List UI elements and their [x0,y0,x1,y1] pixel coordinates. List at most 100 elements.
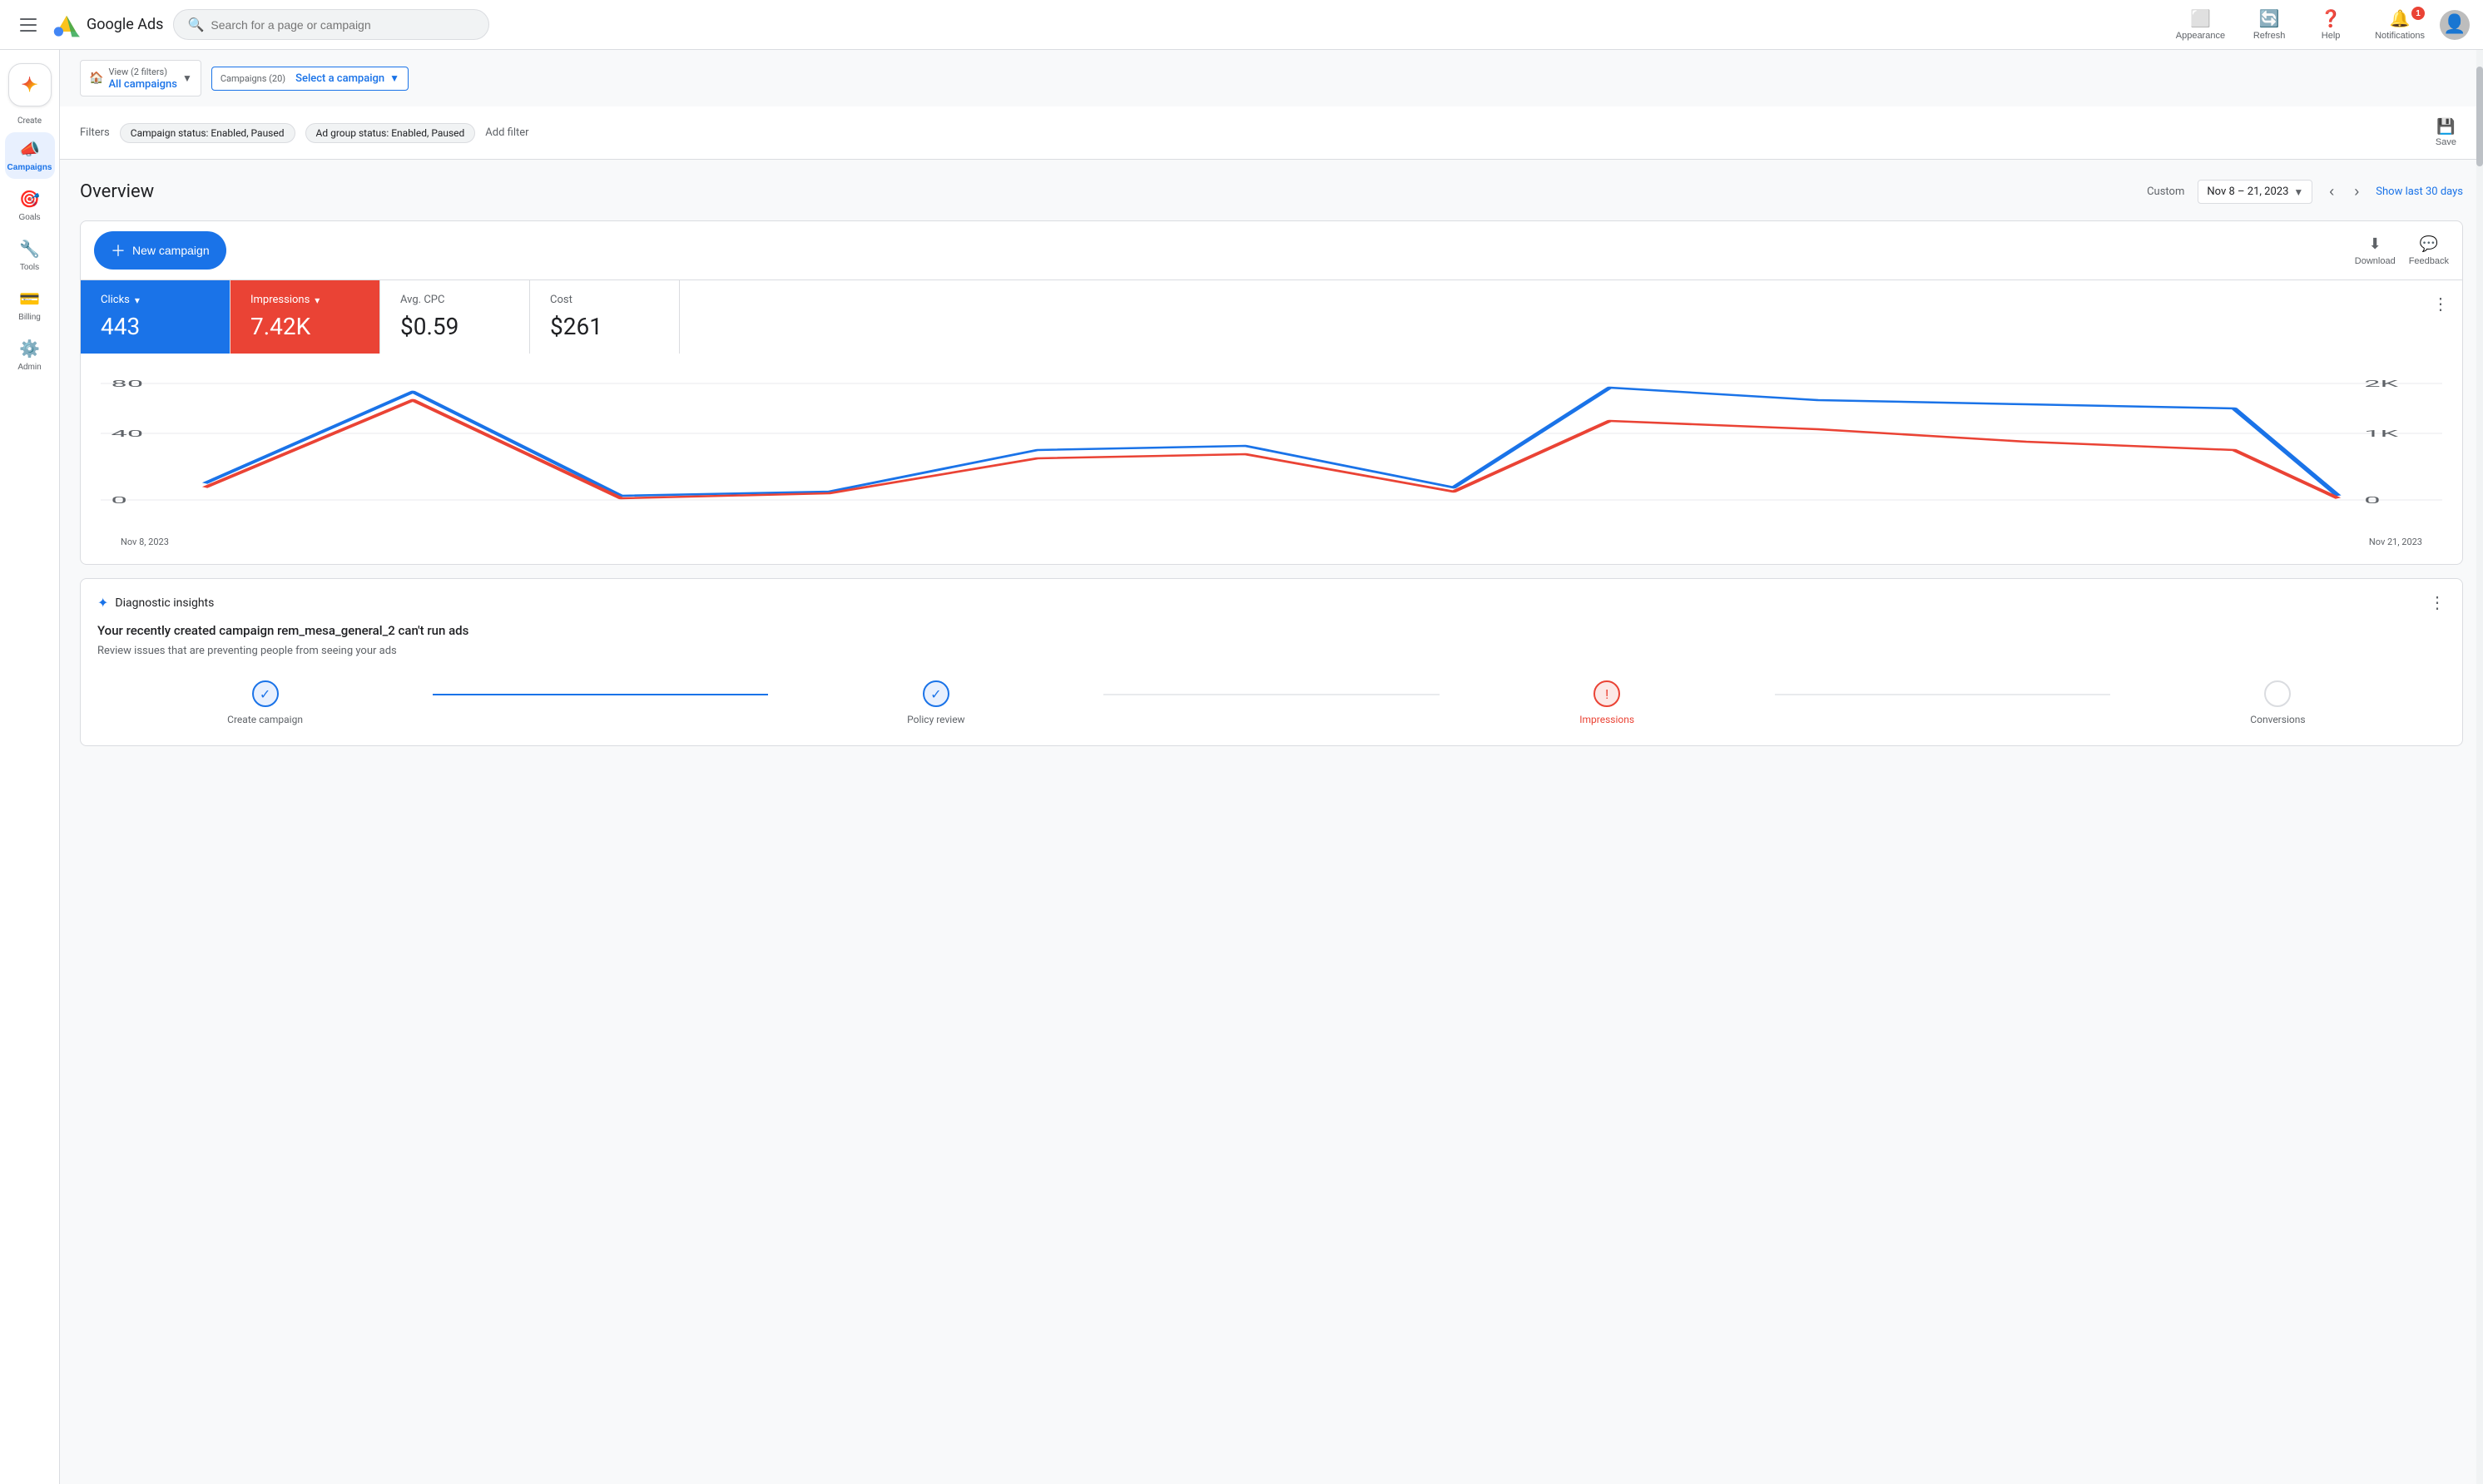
diagnostic-sparkle-icon: ✦ [97,595,108,611]
campaign-dropdown-arrow-icon: ▼ [389,72,399,84]
chart-labels: Nov 8, 2023 Nov 21, 2023 [101,537,2442,557]
step-impressions-circle: ! [1593,680,1620,707]
step-create-label: Create campaign [227,714,303,725]
notification-badge: 1 [2411,7,2425,20]
campaign-dropdown[interactable]: Campaigns (20) Select a campaign ▼ [211,67,409,91]
billing-icon: 💳 [19,289,40,309]
svg-text:2K: 2K [2364,378,2399,389]
step-policy-circle: ✓ [923,680,949,707]
diagnostic-body: Your recently created campaign rem_mesa_… [81,623,2462,745]
sidebar-item-billing[interactable]: 💳 Billing [5,282,55,329]
sidebar-item-goals[interactable]: 🎯 Goals [5,182,55,229]
view-dropdown[interactable]: 🏠 View (2 filters) All campaigns ▼ [80,60,201,96]
save-button[interactable]: 💾 Save [2429,115,2463,151]
step-conversions: Conversions [2110,680,2446,725]
custom-label: Custom [2147,186,2184,198]
notifications-button[interactable]: 🔔 1 Notifications [2363,2,2436,47]
scrollbar-thumb[interactable] [2476,67,2483,166]
date-next-button[interactable]: › [2351,180,2362,204]
overview-controls: Custom Nov 8 – 21, 2023 ▼ ‹ › Show last … [2147,180,2463,204]
svg-text:80: 80 [112,378,144,389]
date-dropdown-arrow-icon: ▼ [2293,186,2303,198]
help-button[interactable]: ❓ Help [2302,2,2360,47]
plus-icon: ＋ [111,240,126,261]
diagnostic-desc: Review issues that are preventing people… [97,645,2446,657]
sidebar: ✦ Create 📣 Campaigns 🎯 Goals 🔧 Tools 💳 B… [0,50,60,1484]
search-box[interactable]: 🔍 [173,9,489,40]
date-prev-button[interactable]: ‹ [2326,180,2337,204]
clicks-metric: Clicks ▾ 443 [81,280,230,354]
help-icon: ❓ [2321,8,2342,29]
date-range-dropdown[interactable]: Nov 8 – 21, 2023 ▼ [2198,180,2312,204]
logo-text: Google Ads [87,16,163,33]
avatar[interactable]: 👤 [2440,10,2470,40]
overview-header: Overview Custom Nov 8 – 21, 2023 ▼ ‹ › S… [80,180,2463,204]
step-impressions-label: Impressions [1579,714,1634,725]
appearance-button[interactable]: ⬜ Appearance [2164,2,2237,47]
impressions-dropdown-icon[interactable]: ▾ [315,294,320,306]
campaign-status-chip[interactable]: Campaign status: Enabled, Paused [120,123,295,143]
menu-button[interactable] [13,12,43,38]
svg-text:0: 0 [112,495,127,506]
view-dropdown-arrow-icon: ▼ [182,72,192,84]
create-label: Create [17,116,42,126]
refresh-button[interactable]: 🔄 Refresh [2240,2,2298,47]
overview-area: Overview Custom Nov 8 – 21, 2023 ▼ ‹ › S… [60,160,2483,766]
diagnostic-headline: Your recently created campaign rem_mesa_… [97,623,2446,638]
show-30-days-link[interactable]: Show last 30 days [2376,186,2463,198]
save-icon: 💾 [2436,118,2455,136]
diagnostic-title-row: ✦ Diagnostic insights [97,595,214,611]
chart-container: 80 40 0 2K 1K 0 Nov 8, 2023 Nov 21, 2023 [81,354,2462,564]
main-content: 🏠 View (2 filters) All campaigns ▼ Campa… [60,50,2483,1484]
chart-start-label: Nov 8, 2023 [121,537,169,547]
diagnostic-header: ✦ Diagnostic insights ⋮ [81,579,2462,623]
step-policy: ✓ Policy review [768,680,1103,725]
clicks-dropdown-icon[interactable]: ▾ [135,294,140,306]
sidebar-item-campaigns[interactable]: 📣 Campaigns [5,132,55,179]
goals-icon: 🎯 [19,189,40,210]
house-icon: 🏠 [89,72,103,85]
adgroup-status-chip[interactable]: Ad group status: Enabled, Paused [305,123,476,143]
sidebar-item-admin[interactable]: ⚙️ Admin [5,332,55,378]
svg-text:0: 0 [2364,495,2380,506]
scrollbar [2476,50,2483,1484]
metrics-more-button[interactable]: ⋮ [2432,294,2449,314]
logo[interactable]: Google Ads [53,12,163,38]
appearance-icon: ⬜ [2190,8,2211,29]
new-campaign-button[interactable]: ＋ New campaign [94,231,226,270]
overview-card: ＋ New campaign ⬇ Download 💬 Feedback [80,220,2463,565]
step-impressions: ! Impressions [1440,680,1775,725]
impressions-metric: Impressions ▾ 7.42K [230,280,380,354]
step-conversions-label: Conversions [2250,714,2305,725]
step-create-circle: ✓ [252,680,279,707]
top-nav: Google Ads 🔍 ⬜ Appearance 🔄 Refresh ❓ He… [0,0,2483,50]
campaigns-icon: 📣 [19,139,40,160]
search-icon: 🔍 [187,17,204,32]
svg-text:1K: 1K [2364,428,2399,439]
create-plus-icon: ✦ [21,73,37,96]
step-connector-3 [1775,694,2110,695]
avg-cpc-metric: Avg. CPC $0.59 [380,280,530,354]
view-label: View (2 filters) All campaigns [108,66,177,91]
step-connector-2 [1103,694,1439,695]
empty-metric [680,280,2419,354]
metrics-more: ⋮ [2419,280,2462,354]
diagnostic-card: ✦ Diagnostic insights ⋮ Your recently cr… [80,578,2463,746]
svg-text:40: 40 [112,428,144,439]
search-input[interactable] [211,18,475,32]
google-ads-logo-icon [53,12,80,38]
admin-icon: ⚙️ [19,339,40,359]
add-filter-button[interactable]: Add filter [485,126,528,139]
feedback-button[interactable]: 💬 Feedback [2409,235,2449,266]
step-connector-1 [433,694,768,695]
create-button[interactable]: ✦ [8,63,52,106]
step-conversions-circle [2264,680,2291,707]
diagnostic-title: Diagnostic insights [115,596,214,610]
download-button[interactable]: ⬇ Download [2355,235,2396,266]
performance-chart: 80 40 0 2K 1K 0 [101,367,2442,533]
sidebar-item-tools[interactable]: 🔧 Tools [5,232,55,279]
tools-icon: 🔧 [19,239,40,260]
diagnostic-more-button[interactable]: ⋮ [2429,592,2446,613]
metrics-row: Clicks ▾ 443 Impressions ▾ 7.42K Avg. CP… [81,279,2462,354]
step-create: ✓ Create campaign [97,680,433,725]
